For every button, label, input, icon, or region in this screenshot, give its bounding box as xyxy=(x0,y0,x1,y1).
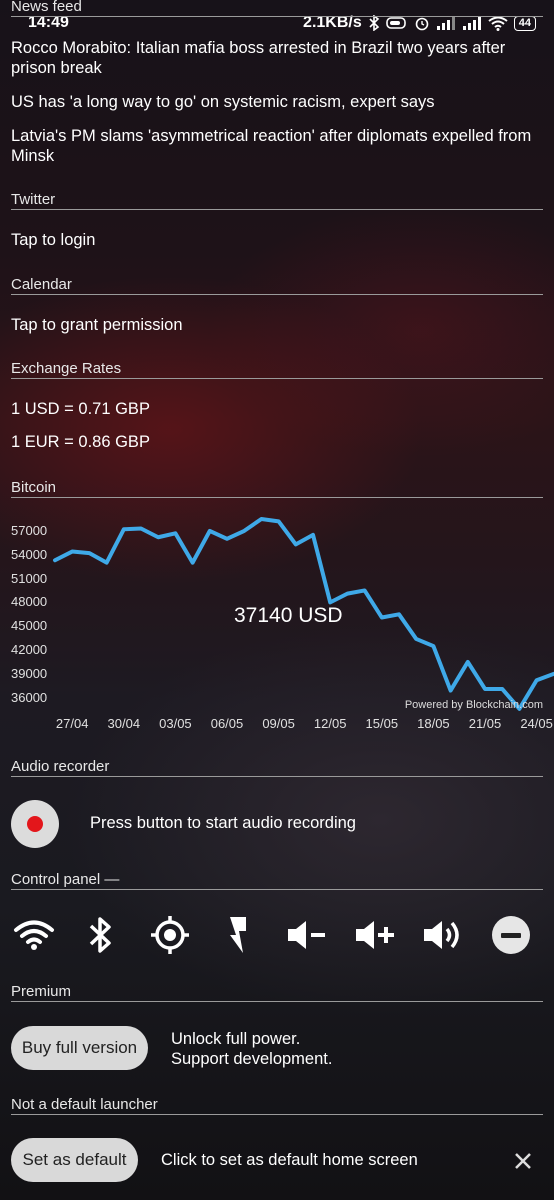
signal-icon xyxy=(462,17,481,30)
control-panel-dash: — xyxy=(104,871,120,888)
news-item[interactable]: US has 'a long way to go' on systemic ra… xyxy=(11,92,536,112)
launcher-title: Not a default launcher xyxy=(11,1096,158,1113)
divider xyxy=(11,889,543,890)
divider xyxy=(11,16,543,17)
audio-recorder-title: Audio recorder xyxy=(11,758,110,775)
bluetooth-icon xyxy=(369,15,379,31)
divider xyxy=(11,776,543,777)
twitter-login-link[interactable]: Tap to login xyxy=(11,230,536,250)
news-feed-title: News feed xyxy=(11,0,82,15)
exchange-rate: 1 EUR = 0.86 GBP xyxy=(11,433,150,451)
news-item[interactable]: Latvia's PM slams 'asymmetrical reaction… xyxy=(11,126,536,166)
volume-up-icon[interactable] xyxy=(352,912,398,958)
twitter-title: Twitter xyxy=(11,191,56,208)
location-icon[interactable] xyxy=(147,912,193,958)
powered-by-label: Powered by Blockchain.com xyxy=(404,699,543,711)
divider xyxy=(11,209,543,210)
premium-title: Premium xyxy=(11,983,72,1000)
divider xyxy=(11,497,543,498)
audio-hint: Press button to start audio recording xyxy=(90,814,356,832)
alarm-icon xyxy=(415,17,429,31)
exchange-rate: 1 USD = 0.71 GBP xyxy=(11,400,150,418)
bluetooth-icon[interactable] xyxy=(78,912,124,958)
bitcoin-title: Bitcoin xyxy=(11,479,57,496)
battery-saver-icon xyxy=(385,17,406,29)
battery-icon: 44 xyxy=(513,15,536,31)
signal-icon xyxy=(436,17,455,30)
do-not-disturb-circle xyxy=(492,916,530,954)
status-bar: 14:49 2.1KB/s 44 xyxy=(0,14,554,36)
set-as-default-button[interactable]: Set as default xyxy=(11,1138,138,1182)
divider xyxy=(11,1114,543,1115)
calendar-permission-link[interactable]: Tap to grant permission xyxy=(11,315,536,335)
news-item[interactable]: Rocco Morabito: Italian mafia boss arres… xyxy=(11,38,536,78)
close-icon[interactable] xyxy=(509,1147,537,1175)
volume-icon[interactable] xyxy=(420,912,466,958)
bitcoin-current-price: 37140 USD xyxy=(234,604,343,627)
control-panel-label: Control panel xyxy=(11,871,101,888)
record-button[interactable] xyxy=(11,800,59,848)
divider xyxy=(11,1001,543,1002)
divider xyxy=(11,378,543,379)
minus-bar xyxy=(501,932,521,938)
wifi-icon[interactable] xyxy=(11,912,57,958)
record-dot-icon xyxy=(27,816,43,832)
launcher-hint: Click to set as default home screen xyxy=(161,1151,418,1169)
wifi-icon xyxy=(488,16,508,31)
control-panel-title: Control panel — xyxy=(11,871,119,888)
flashlight-icon[interactable] xyxy=(215,912,261,958)
premium-line-1: Unlock full power. xyxy=(171,1030,301,1048)
exchange-rates-title: Exchange Rates xyxy=(11,360,122,377)
do-not-disturb-icon[interactable] xyxy=(488,912,534,958)
divider xyxy=(11,294,543,295)
premium-line-2: Support development. xyxy=(171,1050,333,1068)
volume-down-icon[interactable] xyxy=(284,912,330,958)
premium-description: Unlock full power. Support development. xyxy=(171,1029,332,1069)
calendar-title: Calendar xyxy=(11,276,72,293)
buy-full-version-button[interactable]: Buy full version xyxy=(11,1026,148,1070)
